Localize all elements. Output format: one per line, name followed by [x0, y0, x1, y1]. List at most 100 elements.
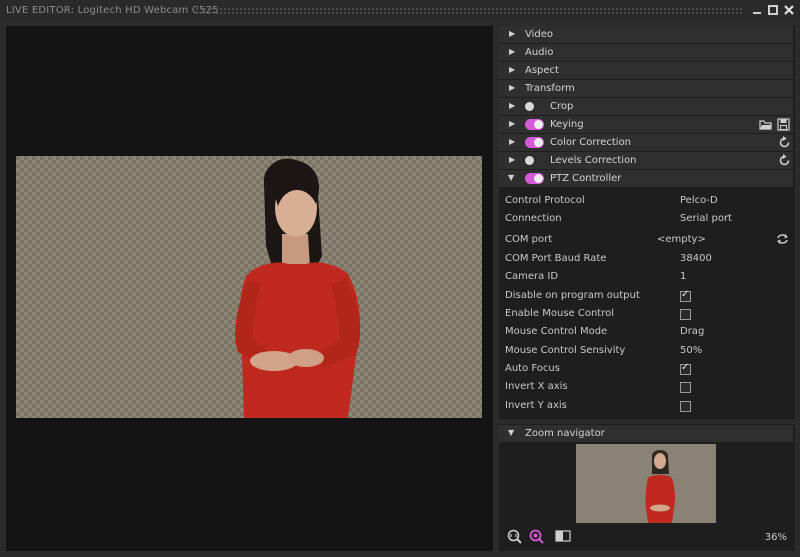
prop-baud-rate[interactable]: COM Port Baud Rate 38400 [505, 251, 795, 267]
section-aspect[interactable]: ▶ Aspect [499, 62, 793, 79]
collapse-arrow-icon: ▼ [508, 428, 515, 437]
prop-auto-focus: Auto Focus ✓ [505, 361, 795, 377]
split-view-icon[interactable] [555, 529, 571, 543]
zoom-thumbnail[interactable] [576, 444, 716, 523]
title-bar-grip[interactable] [195, 7, 744, 15]
reset-icon[interactable] [778, 136, 791, 149]
toggle-knob [534, 120, 543, 129]
properties-panel: ▶ Video ▶ Audio ▶ Aspect ▶ Transform ▶ C… [499, 26, 795, 419]
prop-disable-on-output: Disable on program output ✓ [505, 288, 795, 304]
prop-value[interactable]: 1 [680, 271, 686, 282]
prop-label: COM Port Baud Rate [505, 253, 607, 264]
auto-focus-checkbox[interactable]: ✓ [680, 362, 691, 375]
prop-connection[interactable]: Connection Serial port [505, 211, 795, 227]
section-label: PTZ Controller [550, 173, 622, 184]
section-ptz-controller[interactable]: ▼ PTZ Controller [499, 170, 793, 187]
zoom-actual-icon[interactable] [529, 529, 544, 544]
presenter-image [235, 158, 361, 418]
prop-value[interactable]: 50% [680, 345, 702, 356]
expand-arrow-icon: ▶ [509, 65, 516, 74]
close-icon[interactable] [783, 4, 795, 16]
prop-label: COM port [505, 234, 553, 245]
window-title: LIVE EDITOR: Logitech HD Webcam C525 [6, 5, 219, 16]
prop-label: Control Protocol [505, 195, 585, 206]
open-folder-icon[interactable] [759, 118, 772, 131]
zoom-navigator-header[interactable]: ▼ Zoom navigator [499, 425, 793, 442]
prop-camera-id[interactable]: Camera ID 1 [505, 269, 795, 285]
expand-arrow-icon: ▶ [509, 47, 516, 56]
enable-mouse-checkbox[interactable] [680, 309, 691, 320]
toggle-knob [525, 102, 534, 111]
checkmark-icon: ✓ [681, 289, 690, 300]
expand-arrow-icon: ▶ [509, 101, 516, 110]
title-bar: LIVE EDITOR: Logitech HD Webcam C525 [0, 0, 800, 22]
section-label: Color Correction [550, 137, 632, 148]
toggle-knob [525, 156, 534, 165]
prop-label: Mouse Control Mode [505, 326, 608, 337]
zoom-fit-icon[interactable] [507, 529, 522, 544]
toggle-knob [534, 174, 543, 183]
maximize-icon[interactable] [767, 4, 779, 16]
zoom-navigator-panel: ▼ Zoom navigator 36% [499, 424, 795, 551]
section-label: Audio [525, 47, 554, 58]
prop-invert-x: Invert X axis [505, 379, 795, 395]
zoom-percent: 36% [764, 532, 787, 543]
prop-control-protocol[interactable]: Control Protocol Pelco-D [505, 193, 795, 209]
prop-value[interactable]: <empty> [657, 234, 706, 245]
color-correction-toggle[interactable] [525, 137, 544, 148]
zoom-navigator-title: Zoom navigator [525, 428, 605, 439]
collapse-arrow-icon: ▼ [508, 173, 515, 182]
prop-invert-y: Invert Y axis [505, 398, 795, 414]
crop-toggle[interactable] [525, 101, 544, 112]
prop-label: Invert Y axis [505, 400, 567, 411]
checkmark-icon: ✓ [681, 362, 690, 373]
section-transform[interactable]: ▶ Transform [499, 80, 793, 97]
section-color-correction[interactable]: ▶ Color Correction [499, 134, 793, 151]
expand-arrow-icon: ▶ [509, 29, 516, 38]
prop-value[interactable]: Serial port [680, 213, 732, 224]
expand-arrow-icon: ▶ [509, 119, 516, 128]
prop-value[interactable]: 38400 [680, 253, 712, 264]
prop-label: Enable Mouse Control [505, 308, 615, 319]
prop-mouse-sensivity[interactable]: Mouse Control Sensivity 50% [505, 343, 795, 359]
video-preview[interactable] [16, 156, 482, 418]
keying-toggle[interactable] [525, 119, 544, 130]
section-label: Aspect [525, 65, 559, 76]
prop-com-port[interactable]: COM port <empty> [505, 232, 795, 248]
disable-on-output-checkbox[interactable]: ✓ [680, 289, 691, 302]
invert-x-checkbox[interactable] [680, 382, 691, 393]
preview-viewport[interactable] [6, 26, 493, 551]
prop-value[interactable]: Drag [680, 326, 704, 337]
prop-label: Disable on program output [505, 290, 640, 301]
thumbnail-image [645, 450, 676, 523]
section-crop[interactable]: ▶ Crop [499, 98, 793, 115]
invert-y-checkbox[interactable] [680, 401, 691, 412]
expand-arrow-icon: ▶ [509, 137, 516, 146]
section-label: Transform [525, 83, 575, 94]
section-label: Levels Correction [550, 155, 637, 166]
levels-correction-toggle[interactable] [525, 155, 544, 166]
prop-label: Auto Focus [505, 363, 560, 374]
prop-enable-mouse: Enable Mouse Control [505, 306, 795, 322]
section-audio[interactable]: ▶ Audio [499, 44, 793, 61]
reset-icon[interactable] [778, 154, 791, 167]
ptz-controller-toggle[interactable] [525, 173, 544, 184]
toggle-knob [534, 138, 543, 147]
section-levels-correction[interactable]: ▶ Levels Correction [499, 152, 793, 169]
expand-arrow-icon: ▶ [509, 155, 516, 164]
prop-label: Mouse Control Sensivity [505, 345, 626, 356]
prop-mouse-mode[interactable]: Mouse Control Mode Drag [505, 324, 795, 340]
section-keying[interactable]: ▶ Keying [499, 116, 793, 133]
section-label: Video [525, 29, 554, 40]
section-video[interactable]: ▶ Video [499, 26, 793, 43]
minimize-icon[interactable] [751, 4, 763, 16]
prop-label: Invert X axis [505, 381, 568, 392]
prop-value[interactable]: Pelco-D [680, 195, 718, 206]
prop-label: Connection [505, 213, 562, 224]
prop-label: Camera ID [505, 271, 559, 282]
section-label: Crop [550, 101, 574, 112]
section-label: Keying [550, 119, 584, 130]
expand-arrow-icon: ▶ [509, 83, 516, 92]
save-icon[interactable] [777, 118, 790, 131]
refresh-icon[interactable] [776, 233, 789, 248]
